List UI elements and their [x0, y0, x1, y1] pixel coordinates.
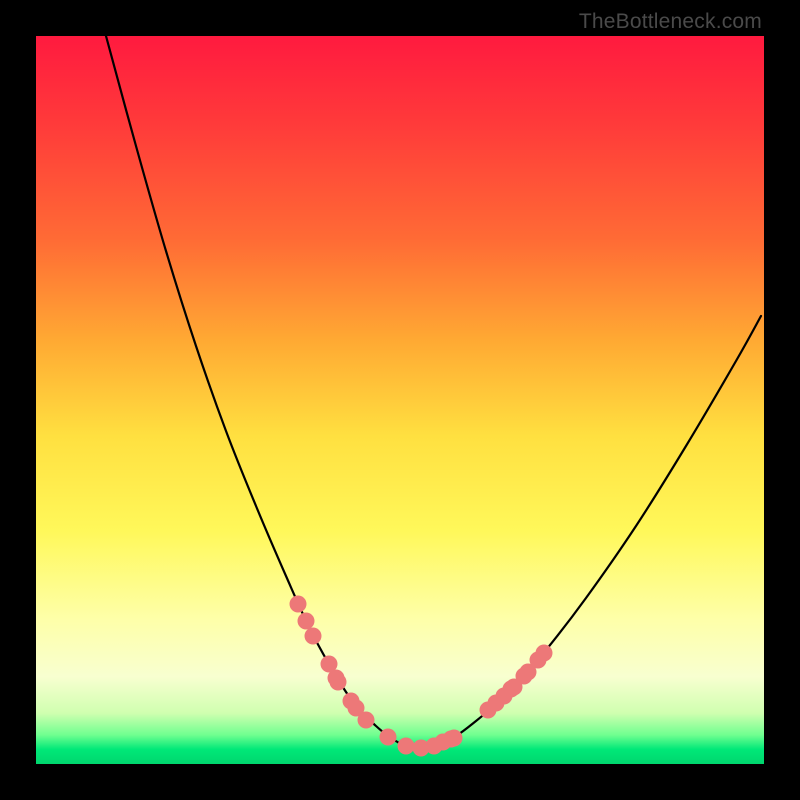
data-point-markers	[290, 596, 553, 757]
data-point	[446, 730, 463, 747]
data-point	[298, 613, 315, 630]
data-point	[380, 729, 397, 746]
gradient-plot-area	[36, 36, 764, 764]
data-point	[290, 596, 307, 613]
data-point	[358, 712, 375, 729]
data-point	[305, 628, 322, 645]
data-point	[330, 674, 347, 691]
data-point	[398, 738, 415, 755]
bottleneck-curve	[106, 36, 761, 748]
watermark-text: TheBottleneck.com	[579, 10, 762, 34]
data-point	[536, 645, 553, 662]
plot-svg	[36, 36, 764, 764]
